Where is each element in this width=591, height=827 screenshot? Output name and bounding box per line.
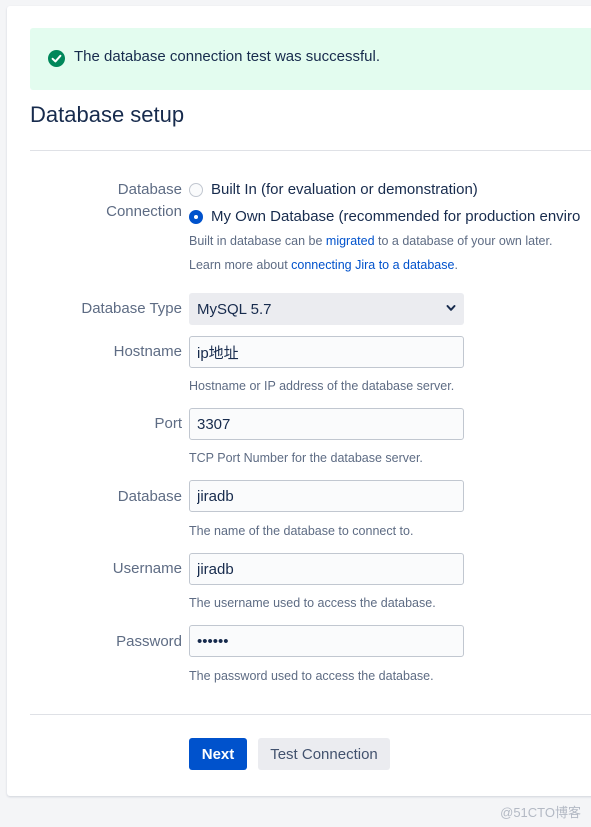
connection-label: Database Connection	[106, 179, 182, 223]
username-help: The username used to access the database…	[189, 596, 436, 610]
migration-note: Built in database can be migrated to a d…	[189, 234, 552, 248]
watermark: @51CTO博客	[500, 805, 581, 820]
radio-built-in-circle[interactable]	[189, 182, 203, 197]
hostname-input[interactable]	[189, 336, 464, 368]
radio-built-in-label: Built In (for evaluation or demonstratio…	[211, 181, 478, 198]
database-help: The name of the database to connect to.	[189, 524, 414, 538]
radio-own-database[interactable]: My Own Database (recommended for product…	[189, 208, 580, 225]
test-connection-button[interactable]: Test Connection	[258, 738, 390, 770]
connection-label-line1: Database	[117, 181, 182, 198]
chevron-down-icon	[446, 305, 456, 311]
setup-card: The database connection test was success…	[7, 6, 591, 796]
password-label: Password	[116, 633, 182, 650]
db-type-value: MySQL 5.7	[197, 300, 272, 318]
radio-own-database-circle[interactable]	[189, 209, 203, 224]
connection-label-line2: Connection	[106, 203, 182, 220]
database-label: Database	[117, 488, 182, 505]
radio-built-in[interactable]: Built In (for evaluation or demonstratio…	[189, 181, 478, 198]
migration-note-prefix: Built in database can be	[189, 234, 326, 248]
port-help: TCP Port Number for the database server.	[189, 451, 423, 465]
connecting-jira-link[interactable]: connecting Jira to a database	[291, 258, 454, 272]
radio-own-database-label: My Own Database (recommended for product…	[211, 208, 581, 225]
password-help: The password used to access the database…	[189, 669, 434, 683]
check-circle-icon	[48, 50, 65, 67]
top-divider	[30, 150, 591, 151]
bottom-divider	[30, 714, 591, 715]
hostname-label: Hostname	[113, 343, 182, 360]
database-input[interactable]	[189, 480, 464, 512]
hostname-help: Hostname or IP address of the database s…	[189, 379, 455, 393]
learn-more-prefix: Learn more about	[189, 258, 292, 272]
db-type-select[interactable]: MySQL 5.7	[189, 293, 464, 325]
page-title: Database setup	[30, 102, 185, 127]
db-type-label: Database Type	[81, 300, 182, 317]
password-input[interactable]	[189, 625, 464, 657]
learn-more-suffix: .	[454, 258, 458, 272]
username-label: Username	[112, 560, 182, 577]
username-input[interactable]	[189, 553, 464, 585]
learn-more-note: Learn more about connecting Jira to a da…	[189, 258, 458, 272]
next-button[interactable]: Next	[189, 738, 247, 770]
success-message: The database connection test was success…	[74, 48, 381, 65]
port-input[interactable]	[189, 408, 464, 440]
migration-note-suffix: to a database of your own later.	[374, 234, 553, 248]
migrated-link[interactable]: migrated	[326, 234, 375, 248]
port-label: Port	[154, 415, 182, 432]
success-banner: The database connection test was success…	[30, 28, 591, 90]
